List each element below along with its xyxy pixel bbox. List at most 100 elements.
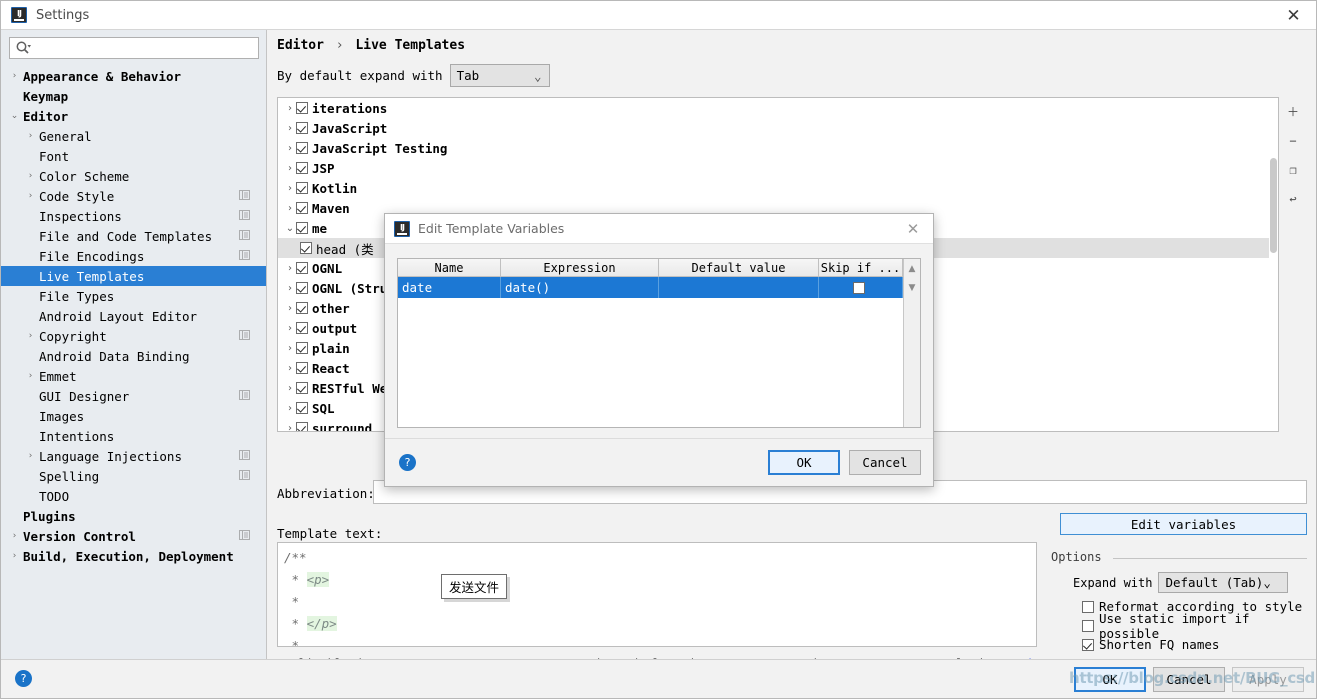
scroll-up-icon[interactable]: ▲: [904, 259, 920, 278]
add-template-button[interactable]: ＋: [1279, 97, 1307, 126]
sidebar-item-spelling[interactable]: Spelling: [1, 466, 266, 486]
variables-column-header[interactable]: Default value: [659, 259, 819, 277]
sidebar-item-general[interactable]: ›General: [1, 126, 266, 146]
template-checkbox[interactable]: [296, 322, 308, 334]
copy-settings-icon[interactable]: [239, 530, 250, 541]
templates-scrollbar[interactable]: [1269, 98, 1278, 431]
revert-template-button[interactable]: ↩: [1279, 184, 1307, 213]
option-checkbox[interactable]: [1082, 639, 1094, 651]
option-use-static-import-if-possible[interactable]: Use static import if possible: [1082, 616, 1307, 635]
chevron-down-icon[interactable]: ⌄: [284, 223, 296, 234]
duplicate-template-button[interactable]: ❐: [1279, 155, 1307, 184]
chevron-right-icon[interactable]: ›: [284, 103, 296, 114]
template-group-row[interactable]: ›JavaScript Testing: [278, 138, 1278, 158]
template-group-row[interactable]: ›JavaScript: [278, 118, 1278, 138]
template-group-row[interactable]: ›iterations: [278, 98, 1278, 118]
variables-table-row[interactable]: datedate(): [398, 277, 903, 298]
templates-scrollbar-thumb[interactable]: [1270, 158, 1277, 253]
sidebar-item-images[interactable]: Images: [1, 406, 266, 426]
cancel-button[interactable]: Cancel: [1153, 667, 1225, 692]
copy-settings-icon[interactable]: [239, 390, 250, 401]
chevron-right-icon[interactable]: ›: [284, 123, 296, 134]
sidebar-item-code-style[interactable]: ›Code Style: [1, 186, 266, 206]
template-checkbox[interactable]: [296, 162, 308, 174]
template-checkbox[interactable]: [296, 302, 308, 314]
template-group-row[interactable]: ›Kotlin: [278, 178, 1278, 198]
chevron-right-icon[interactable]: ›: [284, 183, 296, 194]
copy-settings-icon[interactable]: [239, 330, 250, 341]
chevron-right-icon[interactable]: ›: [284, 263, 296, 274]
template-checkbox[interactable]: [296, 122, 308, 134]
copy-settings-icon[interactable]: [239, 190, 250, 201]
chevron-right-icon[interactable]: ›: [9, 71, 20, 82]
sidebar-item-color-scheme[interactable]: ›Color Scheme: [1, 166, 266, 186]
sidebar-item-android-layout-editor[interactable]: Android Layout Editor: [1, 306, 266, 326]
chevron-right-icon[interactable]: ›: [284, 303, 296, 314]
template-checkbox[interactable]: [296, 262, 308, 274]
chevron-right-icon[interactable]: ›: [25, 171, 36, 182]
chevron-right-icon[interactable]: ›: [25, 451, 36, 462]
template-checkbox[interactable]: [296, 402, 308, 414]
variables-table-body[interactable]: datedate(): [398, 277, 903, 298]
sidebar-item-plugins[interactable]: Plugins: [1, 506, 266, 526]
sidebar-item-todo[interactable]: TODO: [1, 486, 266, 506]
sidebar-item-intentions[interactable]: Intentions: [1, 426, 266, 446]
template-checkbox[interactable]: [296, 362, 308, 374]
chevron-down-icon[interactable]: ⌄: [9, 111, 20, 122]
variables-cell-expression[interactable]: date(): [501, 277, 659, 298]
template-checkbox[interactable]: [296, 382, 308, 394]
sidebar-item-language-injections[interactable]: ›Language Injections: [1, 446, 266, 466]
copy-settings-icon[interactable]: [239, 210, 250, 221]
chevron-right-icon[interactable]: ›: [25, 191, 36, 202]
template-text-editor[interactable]: /** * <p> * * </p> *: [277, 542, 1037, 647]
sidebar-item-copyright[interactable]: ›Copyright: [1, 326, 266, 346]
breadcrumb-root[interactable]: Editor: [277, 38, 324, 53]
chevron-right-icon[interactable]: ›: [284, 343, 296, 354]
dialog-close-icon[interactable]: ✕: [901, 214, 925, 244]
sidebar-item-keymap[interactable]: Keymap: [1, 86, 266, 106]
sidebar-item-appearance-behavior[interactable]: ›Appearance & Behavior: [1, 66, 266, 86]
template-checkbox[interactable]: [296, 282, 308, 294]
copy-settings-icon[interactable]: [239, 470, 250, 481]
copy-settings-icon[interactable]: [239, 250, 250, 261]
variables-column-header[interactable]: Skip if ...: [819, 259, 903, 277]
template-checkbox[interactable]: [300, 242, 312, 254]
chevron-right-icon[interactable]: ›: [9, 531, 20, 542]
variables-cell-name[interactable]: date: [398, 277, 501, 298]
template-checkbox[interactable]: [296, 422, 308, 432]
chevron-right-icon[interactable]: ›: [284, 163, 296, 174]
variables-column-header[interactable]: Expression: [501, 259, 659, 277]
sidebar-item-font[interactable]: Font: [1, 146, 266, 166]
variables-cell-default-value[interactable]: [659, 277, 819, 298]
remove-template-button[interactable]: −: [1279, 126, 1307, 155]
chevron-right-icon[interactable]: ›: [9, 551, 20, 562]
sidebar-item-gui-designer[interactable]: GUI Designer: [1, 386, 266, 406]
sidebar-item-editor[interactable]: ⌄Editor: [1, 106, 266, 126]
chevron-right-icon[interactable]: ›: [284, 143, 296, 154]
edit-variables-button[interactable]: Edit variables: [1060, 513, 1307, 535]
ok-button[interactable]: OK: [1074, 667, 1146, 692]
sidebar-item-file-encodings[interactable]: File Encodings: [1, 246, 266, 266]
chevron-right-icon[interactable]: ›: [284, 323, 296, 334]
scroll-down-icon[interactable]: ▼: [904, 278, 920, 297]
option-checkbox[interactable]: [1082, 620, 1094, 632]
expand-with-select[interactable]: Default (Tab) ⌄: [1158, 572, 1288, 593]
chevron-right-icon[interactable]: ›: [284, 203, 296, 214]
template-checkbox[interactable]: [296, 182, 308, 194]
chevron-right-icon[interactable]: ›: [284, 283, 296, 294]
chevron-right-icon[interactable]: ›: [25, 331, 36, 342]
dialog-ok-button[interactable]: OK: [768, 450, 840, 475]
option-checkbox[interactable]: [1082, 601, 1094, 613]
template-group-row[interactable]: ›JSP: [278, 158, 1278, 178]
variables-column-header[interactable]: Name: [398, 259, 501, 277]
sidebar-item-file-and-code-templates[interactable]: File and Code Templates: [1, 226, 266, 246]
chevron-right-icon[interactable]: ›: [25, 131, 36, 142]
template-checkbox[interactable]: [296, 342, 308, 354]
chevron-right-icon[interactable]: ›: [25, 371, 36, 382]
sidebar-item-build-execution-deployment[interactable]: ›Build, Execution, Deployment: [1, 546, 266, 566]
dialog-cancel-button[interactable]: Cancel: [849, 450, 921, 475]
chevron-right-icon[interactable]: ›: [284, 383, 296, 394]
sidebar-item-version-control[interactable]: ›Version Control: [1, 526, 266, 546]
template-checkbox[interactable]: [296, 202, 308, 214]
chevron-right-icon[interactable]: ›: [284, 403, 296, 414]
